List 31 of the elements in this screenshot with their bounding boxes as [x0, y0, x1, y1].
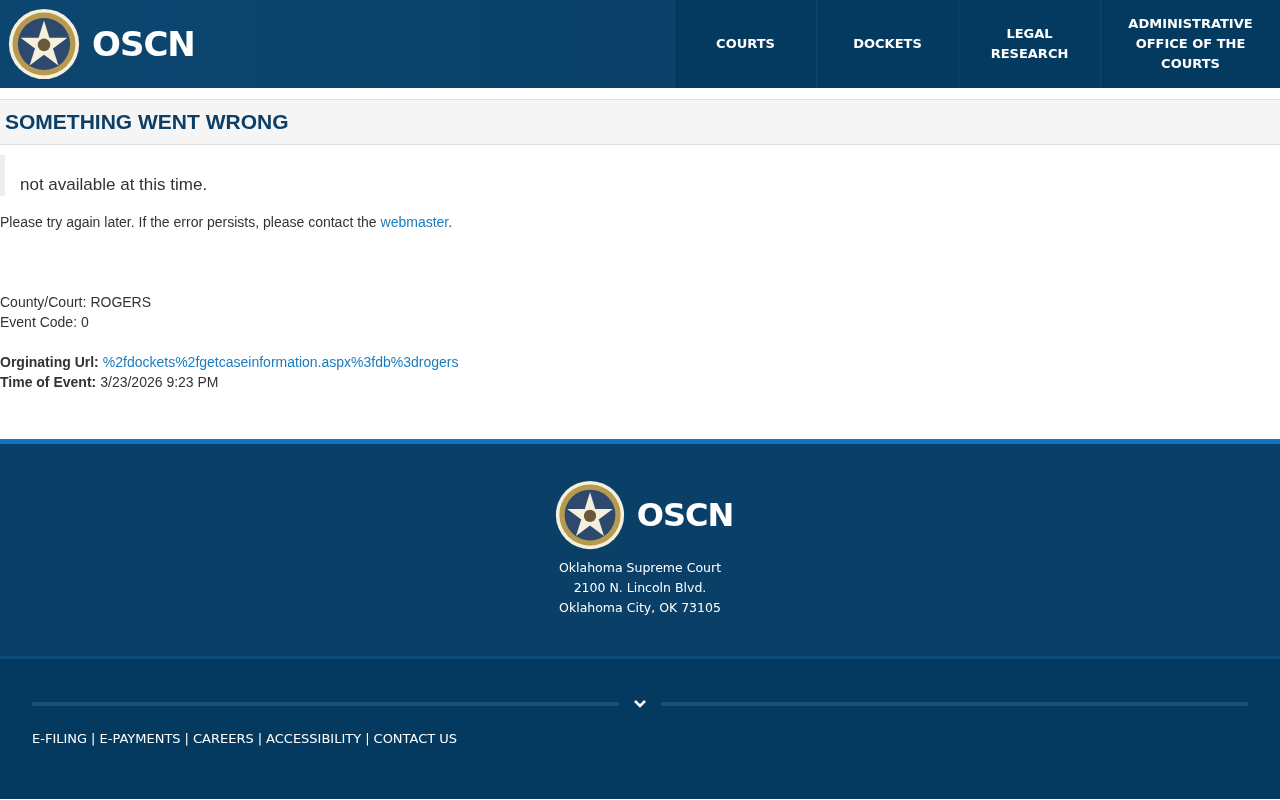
address-line: Oklahoma Supreme Court	[558, 559, 722, 577]
footer-link[interactable]: E-FILING	[32, 731, 88, 746]
url-link[interactable]: %2fdockets%2fgetcaseinformation.aspx%3fdb%3drogers	[102, 352, 459, 372]
nav-link[interactable]: COURTS	[674, 0, 816, 88]
footer-link[interactable]: CAREERS	[192, 731, 254, 746]
page-title: SOMETHING WENT WRONG	[5, 110, 289, 134]
field-value: 3/23/2026 9:23 PM	[100, 373, 219, 392]
chevron-down-icon[interactable]	[633, 699, 647, 709]
field-value: ROGERS	[90, 293, 152, 312]
error-message: not available at this time.	[0, 155, 1280, 196]
field-label: Orginating Url:	[0, 353, 99, 372]
notice-text: Please try again later. If the error persists, please contact the webmaster.	[0, 214, 454, 230]
brand-logo-text[interactable]: OSCN	[92, 24, 195, 64]
field-label: County/Court:	[0, 293, 87, 312]
field-label: Time of Event:	[0, 373, 97, 392]
footer-link[interactable]: E-PAYMENTS	[99, 731, 181, 746]
webmaster-link[interactable]: webmaster	[380, 214, 449, 230]
footer-link[interactable]: CONTACT US	[373, 731, 458, 746]
field-value: 0	[81, 313, 89, 332]
address-line: Oklahoma City, OK 73105	[558, 599, 722, 617]
field-label: Event Code:	[0, 313, 78, 332]
link-separator: |	[184, 731, 189, 746]
link-separator: |	[91, 731, 96, 746]
brand-logo-text: OSCN	[636, 496, 734, 534]
nav-link[interactable]: ADMINISTRATIVE OFFICE OF THE COURTS	[1100, 0, 1280, 88]
address-line: 2100 N. Lincoln Blvd.	[572, 579, 708, 597]
seal-logo	[554, 480, 625, 550]
link-separator: |	[365, 731, 370, 746]
link-separator: |	[257, 731, 263, 746]
seal-logo	[8, 8, 80, 80]
footer-link[interactable]: ACCESSIBILITY	[266, 731, 362, 746]
